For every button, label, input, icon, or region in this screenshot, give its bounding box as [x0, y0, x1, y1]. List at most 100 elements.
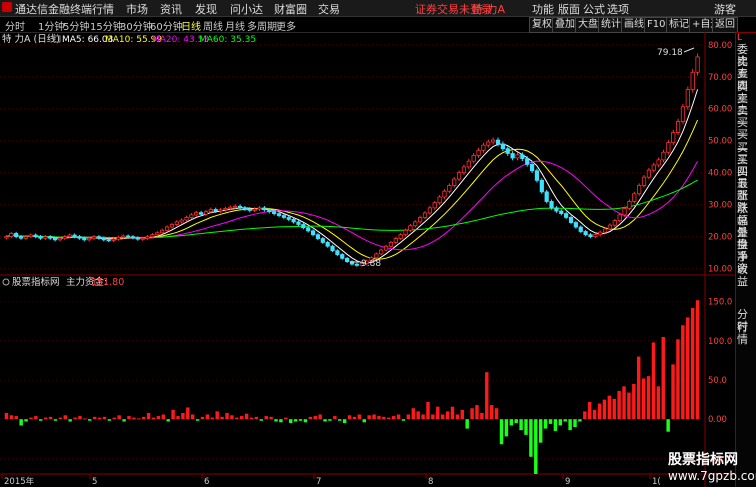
candle-body — [257, 207, 262, 210]
candle-body — [320, 238, 325, 243]
back-button[interactable]: 返回 — [712, 17, 738, 33]
menu-wealth-circle[interactable]: 财富圈 — [274, 1, 307, 17]
menu-market[interactable]: 市场 — [126, 1, 148, 17]
candle-body — [218, 209, 223, 212]
candle-body — [155, 232, 160, 236]
flow-bar — [230, 415, 234, 420]
candle-body — [340, 254, 345, 259]
period-5min[interactable]: 5分钟 — [63, 18, 89, 33]
flow-bar — [538, 419, 543, 443]
candle-body — [291, 218, 296, 223]
flow-bar — [289, 419, 293, 424]
flow-bar — [146, 412, 151, 420]
flow-bar — [372, 414, 376, 420]
candle-body — [237, 205, 243, 209]
menu-layout[interactable]: 版面 — [558, 1, 580, 17]
y-tick-label: 50.00 — [708, 137, 732, 147]
flow-bar — [617, 391, 621, 420]
candle-body — [408, 225, 413, 231]
watermark-url: www.7gpzb.com — [668, 469, 756, 483]
charts-area[interactable]: 80.0070.0060.0050.0040.0030.0020.0010.00… — [0, 32, 735, 487]
flow-bar — [88, 419, 92, 421]
flow-bar — [588, 401, 592, 420]
panel-tab[interactable]: 行情 — [737, 322, 756, 346]
candle-body — [656, 159, 661, 166]
menu-options[interactable]: 选项 — [607, 1, 629, 17]
app-logo-icon — [2, 2, 12, 12]
flow-bar — [161, 414, 166, 420]
flow-bar — [254, 416, 259, 420]
period-daily[interactable]: 日线 — [181, 18, 201, 33]
flow-bar — [485, 372, 489, 420]
flow-bar — [607, 395, 612, 420]
candle-body — [685, 89, 690, 108]
candle-body — [632, 193, 637, 202]
flow-bar — [225, 412, 229, 420]
flow-bar — [543, 419, 548, 429]
flow-bar — [494, 408, 499, 420]
indicator-settings-icon[interactable] — [2, 278, 10, 286]
flow-bar — [431, 414, 435, 420]
flow-bar — [666, 419, 670, 432]
period-intraday[interactable]: 分时 — [5, 18, 25, 33]
flow-bar — [269, 416, 273, 420]
flow-bar — [382, 416, 386, 420]
period-monthly[interactable]: 月线 — [225, 18, 245, 33]
candle-body — [525, 158, 530, 165]
x-tick-label: 8 — [428, 477, 433, 487]
flow-bar — [156, 416, 161, 420]
ma60-label: MA60: 35.35 — [199, 35, 256, 45]
candle-body — [354, 263, 359, 266]
flow-bar — [450, 406, 455, 420]
f10-button[interactable]: F10 — [644, 17, 669, 33]
candle-body — [67, 234, 72, 238]
menu-trade[interactable]: 交易 — [318, 1, 340, 17]
quote-side-panel[interactable]: L 委比 卖五 卖四 卖三 卖二 卖一 买一 买二 买三 买四 买五 最新 涨跌 涨幅 总量 外盘 换手 净资 收益… — [735, 33, 756, 487]
candle-body — [554, 207, 559, 212]
candle-body — [617, 214, 622, 222]
period-60min[interactable]: 60分钟 — [150, 18, 183, 33]
candle-body — [442, 190, 447, 198]
guest-user[interactable]: 游客 — [714, 1, 736, 17]
candle-body — [641, 176, 647, 186]
menu-function[interactable]: 功能 — [532, 1, 554, 17]
flow-bar — [641, 378, 646, 420]
candle-body — [223, 208, 228, 211]
menu-formula[interactable]: 公式 — [583, 1, 605, 17]
candle-body — [14, 233, 19, 238]
flow-bar — [445, 411, 450, 420]
period-multi[interactable]: 多周期 — [247, 18, 277, 33]
candle-body — [379, 249, 384, 255]
flow-bar — [352, 416, 357, 420]
candle-body — [126, 235, 131, 238]
candle-body — [637, 185, 642, 195]
x-tick-label: 9 — [565, 477, 570, 487]
flow-bar — [39, 419, 43, 421]
menu-discover[interactable]: 发现 — [195, 1, 217, 17]
flow-bar — [83, 418, 87, 420]
flow-bar — [637, 356, 641, 420]
period-weekly[interactable]: 周线 — [203, 18, 223, 33]
candle-body — [564, 213, 569, 218]
candle-body — [194, 212, 199, 216]
y-tick-label: 0.00 — [708, 415, 727, 425]
menu-news[interactable]: 资讯 — [160, 1, 182, 17]
panel-item[interactable]: 收益 — [737, 263, 756, 288]
flow-bar — [563, 419, 567, 422]
menu-quotes[interactable]: 行情 — [92, 1, 114, 17]
candle-body — [598, 231, 603, 236]
candle-body — [520, 154, 525, 160]
flow-bar — [137, 418, 141, 420]
candle-body — [184, 217, 189, 221]
candle-body — [252, 208, 257, 211]
flow-bar — [342, 419, 347, 424]
menu-ask[interactable]: 问小达 — [230, 1, 263, 17]
flow-bar — [695, 300, 700, 420]
candle-body — [403, 229, 408, 236]
flow-bar — [240, 416, 244, 420]
candle-body — [500, 143, 505, 150]
period-1min[interactable]: 1分钟 — [38, 18, 64, 33]
period-15min[interactable]: 15分钟 — [90, 18, 123, 33]
period-30min[interactable]: 30分钟 — [120, 18, 153, 33]
period-more[interactable]: 更多 — [276, 18, 296, 33]
